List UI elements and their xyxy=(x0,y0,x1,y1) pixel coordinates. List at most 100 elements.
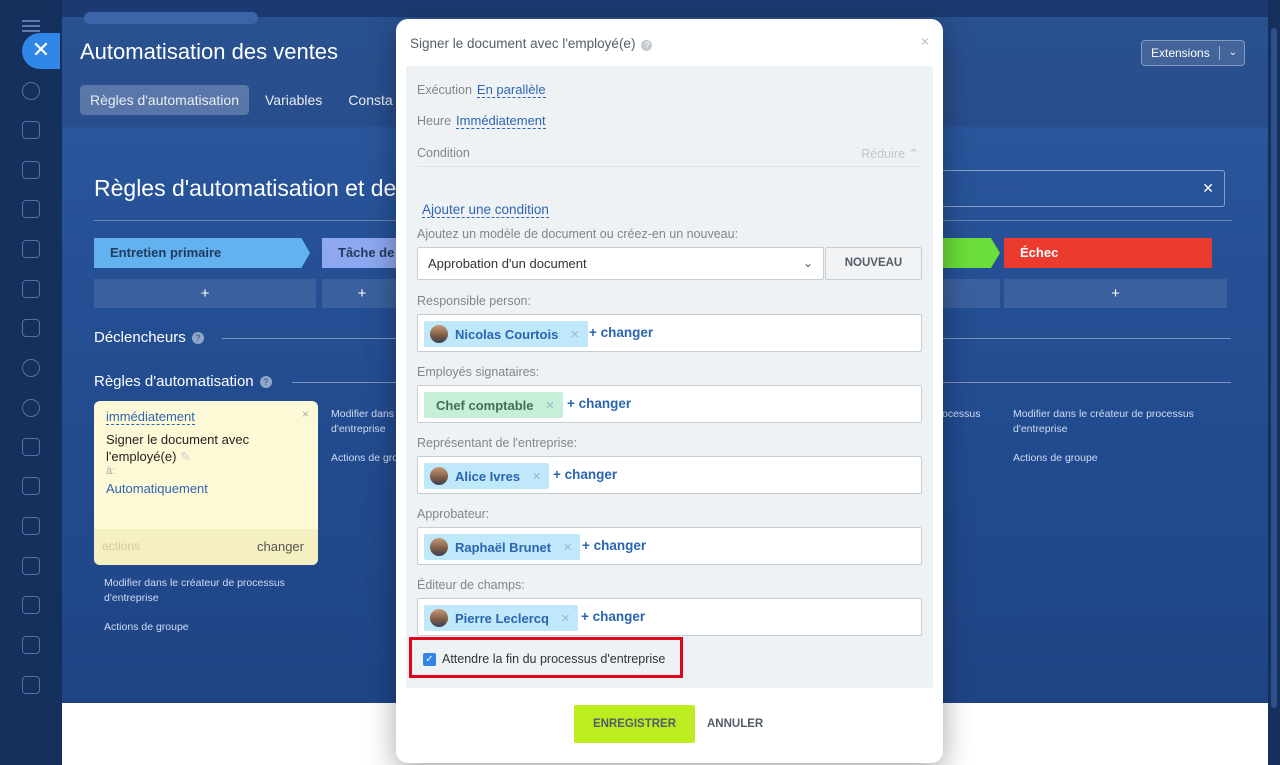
tab-automation-rules[interactable]: Règles d'automatisation xyxy=(80,85,249,115)
stage-failure[interactable]: Échec xyxy=(1004,238,1212,268)
new-template-button[interactable]: NOUVEAU xyxy=(825,247,922,280)
collapse-link[interactable]: Réduire ⌃ xyxy=(861,146,919,161)
tab-variables[interactable]: Variables xyxy=(255,85,332,115)
separator xyxy=(1219,46,1220,60)
help-icon[interactable]: ? xyxy=(259,376,272,388)
more-icon[interactable] xyxy=(22,676,40,694)
reports-icon[interactable] xyxy=(22,438,40,456)
chip-label: Pierre Leclercq xyxy=(455,610,549,626)
change-link[interactable]: + changer xyxy=(553,467,617,482)
chat-icon[interactable] xyxy=(22,121,40,139)
contacts-icon[interactable] xyxy=(22,359,40,377)
chevron-down-icon[interactable]: ⌄ xyxy=(1229,41,1237,65)
rule-to-label: à: xyxy=(106,465,116,477)
box-icon[interactable] xyxy=(22,557,40,575)
stage-task[interactable]: Tâche de xyxy=(322,238,402,268)
rule-actions-label: actions xyxy=(102,539,141,553)
field-label: Responsible person: xyxy=(417,294,531,308)
group-actions-link[interactable]: Actions de groupe xyxy=(104,620,189,635)
rule-card-footer: actions changer xyxy=(94,529,318,565)
divider xyxy=(942,382,1231,383)
change-link[interactable]: + changer xyxy=(567,396,631,411)
modify-designer-link[interactable]: ocessus xyxy=(942,407,981,422)
close-slider-button[interactable]: ✕ xyxy=(22,33,60,69)
role-chip[interactable]: Chef comptable ✕ xyxy=(424,392,563,418)
wait-checkbox[interactable]: ✓ xyxy=(423,653,436,666)
calendar-icon[interactable] xyxy=(22,200,40,218)
wait-checkbox-label[interactable]: Attendre la fin du processus d'entrepris… xyxy=(442,652,665,666)
user-chip[interactable]: Nicolas Courtois ✕ xyxy=(424,321,588,347)
rule-title: Signer le document avec l'employé(e) ✎ xyxy=(106,431,286,465)
approver-field[interactable]: Raphaël Brunet ✕ + changer xyxy=(417,527,922,565)
group-actions-link[interactable]: Actions de gro xyxy=(331,451,398,466)
tab-stub xyxy=(84,12,258,24)
right-scrollbar[interactable] xyxy=(1268,0,1280,765)
add-trigger-button[interactable]: + xyxy=(94,279,316,308)
company-representative-field[interactable]: Alice Ivres ✕ + changer xyxy=(417,456,922,494)
filter-input[interactable]: ✕ xyxy=(932,170,1225,207)
change-link[interactable]: + changer xyxy=(582,538,646,553)
modify-designer-link[interactable]: Modifier dans d'entreprise xyxy=(331,407,399,437)
dialog-title: Signer le document avec l'employé(e)? xyxy=(410,36,653,51)
crm-icon[interactable] xyxy=(22,280,40,298)
add-trigger-button[interactable]: + xyxy=(322,279,402,308)
field-editor-field[interactable]: Pierre Leclercq ✕ + changer xyxy=(417,598,922,636)
user-chip[interactable]: Pierre Leclercq ✕ xyxy=(424,605,579,631)
remove-icon[interactable]: ✕ xyxy=(563,541,572,554)
clear-icon[interactable]: ✕ xyxy=(1202,180,1214,197)
mail-icon[interactable] xyxy=(22,319,40,337)
menu-icon[interactable] xyxy=(22,20,40,32)
user-chip[interactable]: Alice Ivres ✕ xyxy=(424,463,550,489)
remove-icon[interactable]: ✕ xyxy=(570,328,579,341)
activity-icon[interactable] xyxy=(22,82,40,100)
add-trigger-button[interactable] xyxy=(942,279,1000,308)
change-link[interactable]: + changer xyxy=(581,609,645,624)
remove-icon[interactable]: ✕ xyxy=(532,470,541,483)
signatories-field[interactable]: Chef comptable ✕ + changer xyxy=(417,385,922,423)
responsible-person-field[interactable]: Nicolas Courtois ✕ + changer xyxy=(417,314,922,352)
template-select-value: Approbation d'un document xyxy=(428,256,587,271)
pencil-icon[interactable]: ✎ xyxy=(180,449,191,464)
tasks-icon[interactable] xyxy=(22,477,40,495)
sites-icon[interactable] xyxy=(22,399,40,417)
field-label: Employés signataires: xyxy=(417,365,540,379)
remove-icon[interactable]: ✕ xyxy=(546,399,555,412)
rule-timing-link[interactable]: immédiatement xyxy=(106,409,195,425)
rule-title-text: Signer le document avec l'employé(e) xyxy=(106,432,250,464)
change-link[interactable]: + changer xyxy=(589,325,653,340)
execution-row: Exécution En parallèle xyxy=(417,82,546,98)
modify-designer-link[interactable]: Modifier dans le créateur de processus d… xyxy=(1013,407,1223,437)
template-prompt: Ajoutez un modèle de document ou créez-e… xyxy=(417,227,739,241)
modify-designer-link[interactable]: Modifier dans le créateur de processus d… xyxy=(104,576,314,606)
collapse-label: Réduire xyxy=(861,147,906,161)
time-link[interactable]: Immédiatement xyxy=(456,113,546,129)
close-icon[interactable]: × xyxy=(921,33,929,49)
remove-icon[interactable]: ✕ xyxy=(561,612,570,625)
help-icon[interactable]: ? xyxy=(641,40,653,51)
close-icon[interactable]: × xyxy=(302,407,309,421)
extensions-button[interactable]: Extensions ⌄ xyxy=(1141,40,1245,66)
filter-funnel-icon[interactable] xyxy=(22,517,40,535)
help-icon[interactable]: ? xyxy=(191,332,204,344)
add-trigger-button[interactable]: + xyxy=(1004,279,1227,308)
tab-constants[interactable]: Consta xyxy=(338,85,402,115)
feed-icon[interactable] xyxy=(22,161,40,179)
cart-icon[interactable] xyxy=(22,596,40,614)
add-condition-link[interactable]: Ajouter une condition xyxy=(422,202,549,218)
execution-mode-link[interactable]: En parallèle xyxy=(476,82,546,98)
save-button[interactable]: ENREGISTRER xyxy=(574,705,695,743)
cancel-button[interactable]: ANNULER xyxy=(707,705,763,743)
close-icon: ✕ xyxy=(31,37,51,62)
rule-card[interactable]: immédiatement × Signer le document avec … xyxy=(94,401,318,565)
group-actions-link[interactable]: Actions de groupe xyxy=(1013,451,1098,466)
template-select[interactable]: Approbation d'un document ⌄ xyxy=(417,247,824,280)
divider xyxy=(222,338,398,339)
stage-primary-interview[interactable]: Entretien primaire xyxy=(94,238,310,268)
rule-change-link[interactable]: changer xyxy=(257,539,304,554)
left-sidebar xyxy=(0,0,62,765)
documents-icon[interactable] xyxy=(22,240,40,258)
user-chip[interactable]: Raphaël Brunet ✕ xyxy=(424,534,581,560)
dialog-body: Exécution En parallèle Heure Immédiatement… xyxy=(406,66,933,688)
rule-target-link[interactable]: Automatiquement xyxy=(106,481,208,496)
terminal-icon[interactable] xyxy=(22,636,40,654)
